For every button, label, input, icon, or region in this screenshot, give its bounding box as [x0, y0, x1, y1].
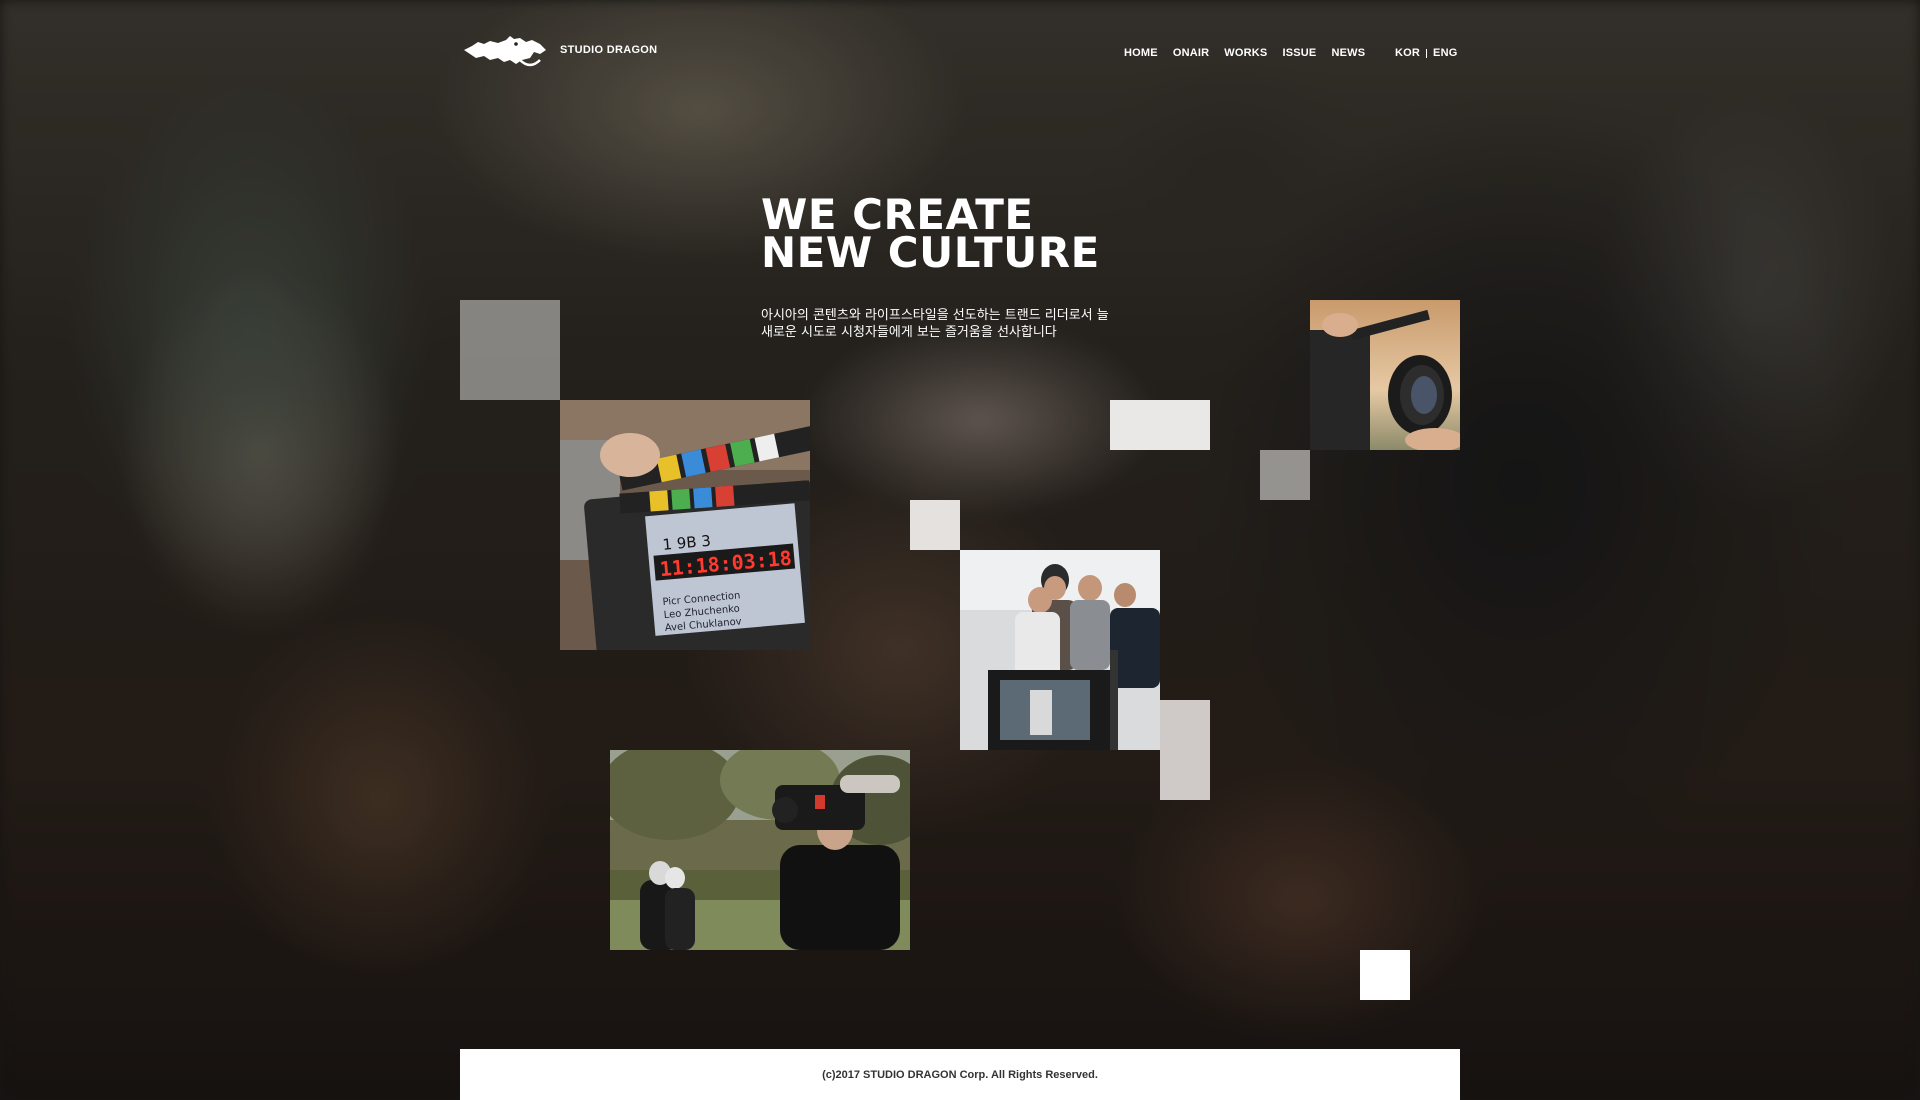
page: STUDIO DRAGON HOME ONAIR WORKS ISSUE NEW…: [0, 0, 1920, 1100]
photo-camera-lens: [1310, 300, 1460, 450]
grey-square: [460, 300, 560, 400]
hero-headline: WE CREATE NEW CULTURE: [761, 194, 1100, 277]
nav-home[interactable]: HOME: [1124, 47, 1158, 59]
subcopy-line-1: 아시아의 콘텐츠와 라이프스타일을 선도하는 트랜드 리더로서 늘: [761, 308, 1109, 323]
light-square: [1110, 400, 1210, 450]
photo-forest-camera-crew: [610, 750, 910, 950]
nav-issue[interactable]: ISSUE: [1282, 47, 1316, 59]
grey-square: [1260, 450, 1310, 500]
light-square: [1160, 700, 1210, 800]
logo-text: STUDIO DRAGON: [560, 44, 658, 56]
white-square: [1360, 950, 1410, 1000]
photo-film-crew-monitor: [960, 550, 1160, 750]
footer: (c)2017 STUDIO DRAGON Corp. All Rights R…: [460, 1049, 1460, 1100]
nav-onair[interactable]: ONAIR: [1173, 47, 1209, 59]
hero-subcopy: 아시아의 콘텐츠와 라이프스타일을 선도하는 트랜드 리더로서 늘 새로운 시도…: [761, 307, 1141, 341]
lang-kor[interactable]: KOR: [1395, 47, 1420, 59]
photo-clapperboard: 11:18:03:18 1 9B 3 Picr Connection Leo Z…: [560, 400, 810, 650]
main-nav: HOME ONAIR WORKS ISSUE NEWS: [1124, 47, 1365, 59]
light-square: [910, 500, 960, 550]
nav-news[interactable]: NEWS: [1331, 47, 1365, 59]
nav-works[interactable]: WORKS: [1224, 47, 1267, 59]
dragon-logo-icon: [464, 36, 546, 67]
language-switch: KOR ENG: [1395, 47, 1457, 59]
lang-eng[interactable]: ENG: [1433, 47, 1457, 59]
headline-line-2: NEW CULTURE: [761, 228, 1100, 277]
lang-divider: [1426, 48, 1428, 58]
logo[interactable]: STUDIO DRAGON: [460, 30, 657, 70]
subcopy-line-2: 새로운 시도로 시청자들에게 보는 즐거움을 선사합니다: [761, 325, 1057, 340]
copyright-text: (c)2017 STUDIO DRAGON Corp. All Rights R…: [822, 1068, 1098, 1081]
